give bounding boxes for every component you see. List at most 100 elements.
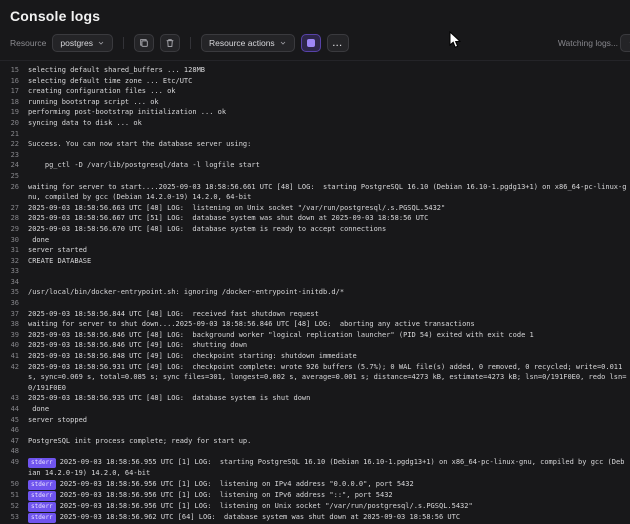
stderr-badge: stderr xyxy=(28,491,56,501)
log-content: PostgreSQL init process complete; ready … xyxy=(28,436,628,447)
stderr-badge: stderr xyxy=(28,458,56,468)
line-number: 23 xyxy=(0,150,28,161)
log-text: waiting for server to start....2025-09-0… xyxy=(28,183,626,202)
stderr-badge: stderr xyxy=(28,513,56,523)
log-text: 2025-09-03 18:58:56.667 UTC [51] LOG: da… xyxy=(28,214,428,222)
log-content: selecting default shared_buffers ... 128… xyxy=(28,65,628,76)
line-number: 51 xyxy=(0,490,28,501)
trash-icon xyxy=(165,38,175,48)
stderr-badge: stderr xyxy=(28,480,56,490)
log-text: done xyxy=(28,236,49,244)
log-text: selecting default shared_buffers ... 128… xyxy=(28,66,205,74)
log-content: server stopped xyxy=(28,415,628,426)
toolbar-divider xyxy=(123,37,124,49)
log-row: 24 pg_ctl -D /var/lib/postgresql/data -l… xyxy=(0,160,628,171)
line-number: 25 xyxy=(0,171,28,182)
line-number: 26 xyxy=(0,182,28,203)
log-text: pg_ctl -D /var/lib/postgresql/data -l lo… xyxy=(28,161,260,169)
line-number: 43 xyxy=(0,393,28,404)
log-row: 43 2025-09-03 18:58:56.935 UTC [48] LOG:… xyxy=(0,393,628,404)
log-content: waiting for server to start....2025-09-0… xyxy=(28,182,628,203)
line-number: 44 xyxy=(0,404,28,415)
log-output[interactable]: 15 selecting default shared_buffers ... … xyxy=(0,60,630,524)
log-content xyxy=(28,446,628,457)
line-number: 33 xyxy=(0,266,28,277)
log-content: Success. You can now start the database … xyxy=(28,139,628,150)
line-number: 39 xyxy=(0,330,28,341)
log-content: done xyxy=(28,235,628,246)
stderr-badge: stderr xyxy=(28,502,56,512)
resource-select-value: postgres xyxy=(60,38,93,48)
log-content xyxy=(28,129,628,140)
log-row: 26 waiting for server to start....2025-0… xyxy=(0,182,628,203)
resource-label: Resource xyxy=(10,38,46,48)
page-title: Console logs xyxy=(10,8,620,24)
line-number: 20 xyxy=(0,118,28,129)
line-number: 50 xyxy=(0,479,28,490)
log-content xyxy=(28,266,628,277)
log-row: 17 creating configuration files ... ok xyxy=(0,86,628,97)
stream-indicator-button[interactable] xyxy=(301,34,321,52)
line-number: 31 xyxy=(0,245,28,256)
log-content: selecting default time zone ... Etc/UTC xyxy=(28,76,628,87)
log-row: 28 2025-09-03 18:58:56.667 UTC [51] LOG:… xyxy=(0,213,628,224)
log-content: 2025-09-03 18:58:56.846 UTC [49] LOG: sh… xyxy=(28,340,628,351)
log-row: 32 CREATE DATABASE xyxy=(0,256,628,267)
more-options-button[interactable]: ... xyxy=(327,34,349,52)
line-number: 35 xyxy=(0,287,28,298)
log-row: 16 selecting default time zone ... Etc/U… xyxy=(0,76,628,87)
log-text: 2025-09-03 18:58:56.931 UTC [49] LOG: ch… xyxy=(28,363,626,392)
log-content: /usr/local/bin/docker-entrypoint.sh: ign… xyxy=(28,287,628,298)
purple-square-icon xyxy=(307,39,315,47)
log-row: 34 xyxy=(0,277,628,288)
log-content: creating configuration files ... ok xyxy=(28,86,628,97)
line-number: 30 xyxy=(0,235,28,246)
line-number: 15 xyxy=(0,65,28,76)
line-number: 29 xyxy=(0,224,28,235)
log-row: 49 stderr2025-09-03 18:58:56.955 UTC [1]… xyxy=(0,457,628,479)
log-row: 31 server started xyxy=(0,245,628,256)
line-number: 42 xyxy=(0,362,28,394)
resource-actions-label: Resource actions xyxy=(209,38,275,48)
line-number: 32 xyxy=(0,256,28,267)
copy-icon xyxy=(139,38,149,48)
log-content: stderr 2025-09-03 18:58:56.956 UTC [1] LO… xyxy=(28,490,628,501)
resource-actions-select[interactable]: Resource actions xyxy=(201,34,295,52)
chevron-down-icon xyxy=(279,39,287,47)
right-edge-select[interactable] xyxy=(620,34,630,52)
copy-logs-button[interactable] xyxy=(134,34,154,52)
line-number: 53 xyxy=(0,512,28,523)
log-row: 18 running bootstrap script ... ok xyxy=(0,97,628,108)
log-text: 2025-09-03 18:58:56.955 UTC [1] LOG: sta… xyxy=(28,458,624,477)
log-toolbar: Resource postgres Resource actions ... W… xyxy=(0,28,630,60)
line-number: 45 xyxy=(0,415,28,426)
log-text: 2025-09-03 18:58:56.935 UTC [48] LOG: da… xyxy=(28,394,310,402)
log-text: server started xyxy=(28,246,87,254)
log-row: 40 2025-09-03 18:58:56.846 UTC [49] LOG:… xyxy=(0,340,628,351)
line-number: 41 xyxy=(0,351,28,362)
log-content: syncing data to disk ... ok xyxy=(28,118,628,129)
log-text: done xyxy=(28,405,49,413)
log-content: stderr2025-09-03 18:58:56.955 UTC [1] LO… xyxy=(28,457,628,479)
log-text: server stopped xyxy=(28,416,87,424)
log-content: performing post-bootstrap initialization… xyxy=(28,107,628,118)
log-content: stderr2025-09-03 18:58:56.962 UTC [64] L… xyxy=(28,512,628,523)
log-text: performing post-bootstrap initialization… xyxy=(28,108,226,116)
clear-logs-button[interactable] xyxy=(160,34,180,52)
log-row: 39 2025-09-03 18:58:56.846 UTC [48] LOG:… xyxy=(0,330,628,341)
log-row: 36 xyxy=(0,298,628,309)
log-content xyxy=(28,298,628,309)
log-text: selecting default time zone ... Etc/UTC xyxy=(28,77,192,85)
log-content: 2025-09-03 18:58:56.663 UTC [48] LOG: li… xyxy=(28,203,628,214)
line-number: 22 xyxy=(0,139,28,150)
resource-select[interactable]: postgres xyxy=(52,34,113,52)
log-row: 37 2025-09-03 18:58:56.844 UTC [48] LOG:… xyxy=(0,309,628,320)
line-number: 38 xyxy=(0,319,28,330)
log-row: 20 syncing data to disk ... ok xyxy=(0,118,628,129)
log-content: 2025-09-03 18:58:56.670 UTC [48] LOG: da… xyxy=(28,224,628,235)
log-text: 2025-09-03 18:58:56.956 UTC [1] LOG: lis… xyxy=(60,491,393,499)
log-content: 2025-09-03 18:58:56.846 UTC [48] LOG: ba… xyxy=(28,330,628,341)
log-row: 38 waiting for server to shut down....20… xyxy=(0,319,628,330)
log-text: Success. You can now start the database … xyxy=(28,140,251,148)
log-text: creating configuration files ... ok xyxy=(28,87,176,95)
